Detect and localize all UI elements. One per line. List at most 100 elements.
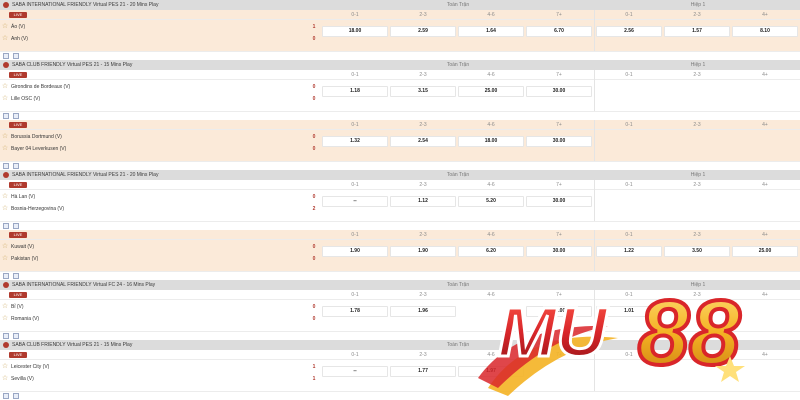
league-header[interactable]: SABA CLUB FRIENDLY Virtual PES 21 - 15 M…	[0, 60, 800, 70]
col-header-main: 2-3	[419, 122, 427, 128]
col-header-half: 4+	[762, 232, 768, 238]
star-icon[interactable]: ☆	[1, 83, 9, 91]
odds-cell-main[interactable]: --	[322, 366, 388, 377]
col-header-main: 2-3	[419, 232, 427, 238]
plus-icon[interactable]	[3, 333, 9, 339]
star-icon[interactable]: ☆	[1, 205, 9, 213]
odds-cell-main[interactable]: 1.64	[458, 26, 524, 37]
stats-icon[interactable]	[13, 113, 19, 119]
plus-icon[interactable]	[3, 393, 9, 399]
odds-cell-main[interactable]: 6.20	[458, 246, 524, 257]
odds-cell-main	[526, 366, 592, 377]
odds-cell-main[interactable]: 1.12	[390, 196, 456, 207]
odds-cell-half[interactable]: 2.56	[596, 26, 662, 37]
odds-cell-main[interactable]: 6.70	[526, 26, 592, 37]
odds-cell-main[interactable]: 1.97	[458, 366, 524, 377]
plus-icon[interactable]	[3, 53, 9, 59]
odds-cell-main[interactable]: 30.00	[526, 196, 592, 207]
stats-icon[interactable]	[13, 53, 19, 59]
stats-icon[interactable]	[13, 223, 19, 229]
section-divider	[594, 180, 595, 221]
team-row-home: ☆ Girondins de Bordeaux (V) 0	[1, 83, 319, 91]
star-icon[interactable]: ☆	[1, 23, 9, 31]
star-icon[interactable]: ☆	[1, 375, 9, 383]
league-name: SABA INTERNATIONAL FRIENDLY Virtual PES …	[12, 172, 159, 178]
odds-cell-main[interactable]: 1.90	[390, 246, 456, 257]
odds-cell-half[interactable]: 1.01	[596, 306, 662, 317]
col-header-main: 4-6	[487, 12, 495, 18]
stats-icon[interactable]	[13, 393, 19, 399]
odds-cell-main[interactable]: 1.77	[390, 366, 456, 377]
league-header[interactable]: SABA CLUB FRIENDLY Virtual PES 21 - 15 M…	[0, 340, 800, 350]
odds-cell-main[interactable]: 5.20	[458, 196, 524, 207]
plus-icon[interactable]	[3, 273, 9, 279]
odds-cell-main[interactable]: 1.96	[390, 306, 456, 317]
odds-cell-half[interactable]: 8.10	[732, 26, 798, 37]
odds-cell-half	[732, 366, 798, 377]
match-block: LIVE 0-1 2-3 4-6 7+ 0-1 2-3 4+ ☆ Girondins de Bor…	[0, 70, 800, 120]
star-icon[interactable]: ☆	[1, 363, 9, 371]
odds-cell-main[interactable]: 1.32	[322, 136, 388, 147]
plus-icon[interactable]	[3, 163, 9, 169]
odds-cell-main[interactable]: 18.00	[458, 136, 524, 147]
odds-board: SABA INTERNATIONAL FRIENDLY Virtual PES …	[0, 0, 800, 400]
odds-cell-half[interactable]: 3.50	[664, 246, 730, 257]
match-footer	[0, 221, 800, 230]
stats-icon[interactable]	[13, 273, 19, 279]
plus-icon[interactable]	[3, 113, 9, 119]
odds-cell-half	[596, 86, 662, 97]
odds-cell-main[interactable]: 3.15	[390, 86, 456, 97]
team-row-home: ☆ Hà Lan (V) 0	[1, 193, 319, 201]
odds-cell-half	[596, 136, 662, 147]
star-icon[interactable]: ☆	[1, 303, 9, 311]
match-block: LIVE 0-1 2-3 4-6 7+ 0-1 2-3 4+ ☆ Bỉ (V) 0 ☆ Romania …	[0, 290, 800, 340]
odds-cell-half[interactable]: 1.22	[596, 246, 662, 257]
odds-cell-main[interactable]: 1.90	[322, 246, 388, 257]
stats-icon[interactable]	[13, 163, 19, 169]
col-header-half: 4+	[762, 292, 768, 298]
col-header-half: 0-1	[625, 292, 633, 298]
stats-icon[interactable]	[13, 333, 19, 339]
odds-cell-main[interactable]: 18.00	[322, 26, 388, 37]
odds-cell-main[interactable]: 25.00	[458, 86, 524, 97]
plus-icon[interactable]	[3, 223, 9, 229]
star-icon[interactable]: ☆	[1, 255, 9, 263]
star-icon[interactable]: ☆	[1, 95, 9, 103]
section-half-label: Hiệp 1	[690, 62, 706, 68]
team-score-away: 0	[312, 256, 316, 262]
odds-cell-half[interactable]: 1.57	[664, 26, 730, 37]
odds-cell-main[interactable]: 30.00	[526, 306, 592, 317]
col-header-main: 7+	[556, 12, 562, 18]
league-header[interactable]: SABA INTERNATIONAL FRIENDLY Virtual PES …	[0, 0, 800, 10]
odds-cell-main[interactable]: 30.00	[526, 136, 592, 147]
live-badge: LIVE	[9, 232, 27, 238]
col-header-main: 4-6	[487, 72, 495, 78]
star-icon[interactable]: ☆	[1, 243, 9, 251]
odds-cell-main[interactable]: 1.78	[322, 306, 388, 317]
league-name: SABA CLUB FRIENDLY Virtual PES 21 - 15 M…	[12, 342, 133, 348]
odds-cell-main[interactable]: 30.00	[526, 246, 592, 257]
odds-cell-main[interactable]: 1.18	[322, 86, 388, 97]
star-icon[interactable]: ☆	[1, 193, 9, 201]
team-row-away: ☆ Pakistan (V) 0	[1, 255, 319, 263]
col-header-main: 4-6	[487, 232, 495, 238]
col-header-half: 0-1	[625, 12, 633, 18]
team-score-away: 0	[312, 316, 316, 322]
live-badge: LIVE	[9, 292, 27, 298]
league-header[interactable]: SABA INTERNATIONAL FRIENDLY Virtual FC 2…	[0, 280, 800, 290]
match-footer	[0, 331, 800, 340]
star-icon[interactable]: ☆	[1, 145, 9, 153]
star-icon[interactable]: ☆	[1, 133, 9, 141]
team-name-home: Hà Lan (V)	[11, 194, 36, 200]
star-icon[interactable]: ☆	[1, 35, 9, 43]
odds-cell-main[interactable]: --	[322, 196, 388, 207]
odds-cell-half	[732, 136, 798, 147]
league-header[interactable]: SABA INTERNATIONAL FRIENDLY Virtual PES …	[0, 170, 800, 180]
odds-cell-main[interactable]: 2.59	[390, 26, 456, 37]
league-name: SABA INTERNATIONAL FRIENDLY Virtual PES …	[12, 2, 159, 8]
col-header-half: 0-1	[625, 72, 633, 78]
odds-cell-main[interactable]: 30.00	[526, 86, 592, 97]
odds-cell-main[interactable]: 2.54	[390, 136, 456, 147]
odds-cell-half[interactable]: 25.00	[732, 246, 798, 257]
star-icon[interactable]: ☆	[1, 315, 9, 323]
